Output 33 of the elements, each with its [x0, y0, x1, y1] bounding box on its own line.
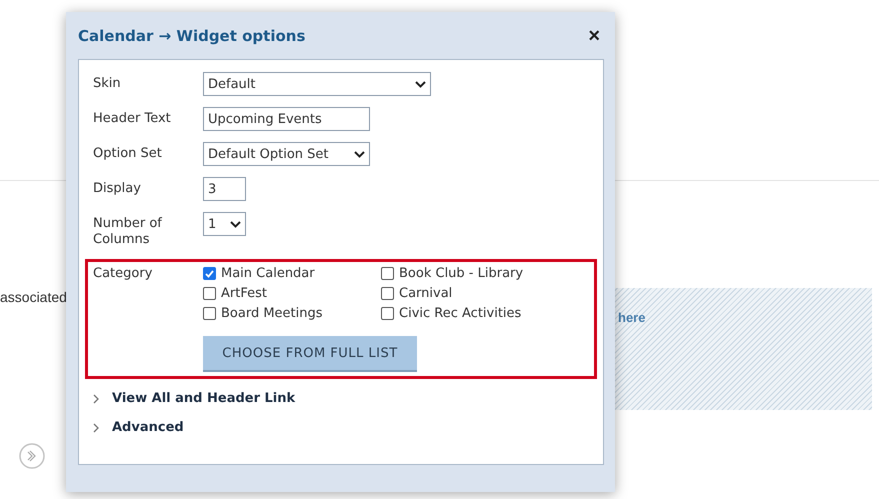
checkbox[interactable]	[203, 267, 216, 280]
caret-icon	[354, 150, 365, 158]
checkbox[interactable]	[203, 287, 216, 300]
checkbox-label[interactable]: Board Meetings	[221, 306, 323, 321]
checkbox[interactable]	[381, 287, 394, 300]
close-button[interactable]: ×	[586, 26, 602, 46]
checkbox-label[interactable]: Carnival	[399, 286, 452, 301]
field-label: Skin	[93, 75, 122, 92]
caret-icon	[230, 220, 241, 228]
field-label: Category	[93, 266, 154, 283]
choose-button[interactable]: CHOOSE FROM FULL LIST	[203, 336, 417, 372]
section-toggle[interactable]: Advanced	[112, 420, 184, 435]
caret-icon	[415, 80, 426, 88]
checkbox-label[interactable]: Main Calendar	[221, 266, 315, 281]
select-field[interactable]: 1	[203, 212, 246, 236]
dialog-title: Calendar → Widget options	[78, 26, 306, 44]
checkbox-label[interactable]: ArtFest	[221, 286, 267, 301]
field-label: Header Text	[93, 110, 172, 127]
select-field[interactable]: Default	[203, 72, 431, 96]
body-text: associated	[0, 289, 67, 305]
checkbox[interactable]	[381, 267, 394, 280]
checkbox-label[interactable]: Civic Rec Activities	[399, 306, 522, 321]
checkbox[interactable]	[381, 307, 394, 320]
link[interactable]: here	[618, 310, 646, 325]
field-label: Number of Columns	[93, 215, 164, 248]
field-label: Option Set	[93, 145, 163, 162]
field-label: Display	[93, 180, 142, 197]
checkbox-label[interactable]: Book Club - Library	[399, 266, 524, 281]
checkbox[interactable]	[203, 307, 216, 320]
select-field[interactable]: Default Option Set	[203, 142, 370, 166]
input-field[interactable]: Upcoming Events	[203, 107, 370, 131]
section-toggle[interactable]: View All and Header Link	[112, 391, 296, 406]
input-field[interactable]: 3	[203, 177, 246, 201]
